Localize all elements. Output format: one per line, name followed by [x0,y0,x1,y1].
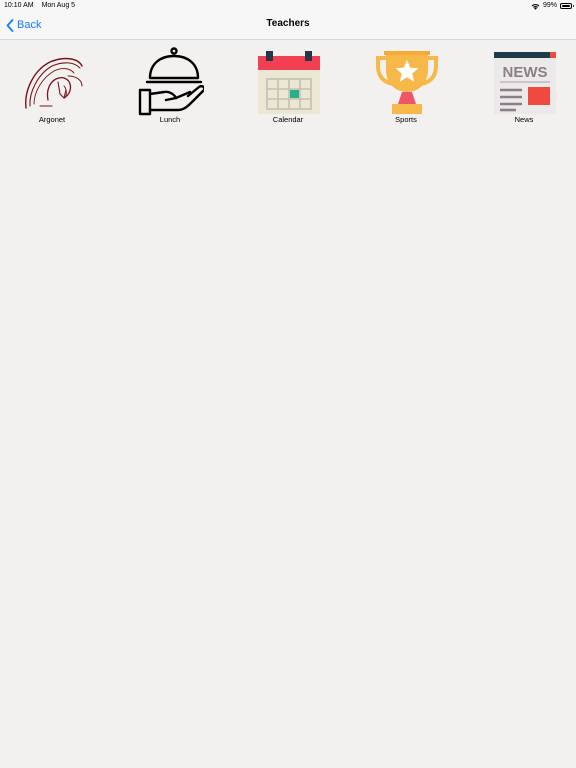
tile-calendar[interactable]: Calendar [252,46,324,126]
status-bar: 10:10 AM Mon Aug 5 99% [0,0,576,12]
calendar-icon [258,51,320,114]
screen: 10:10 AM Mon Aug 5 99% Back Teachers Arg… [0,0,576,768]
tile-label: Lunch [159,115,181,124]
navigation-bar: Back Teachers [0,12,576,40]
tile-label: Argonet [38,115,66,124]
news-heading-text: NEWS [503,64,548,81]
tile-label: News [514,115,534,124]
tile-sports[interactable]: Sports [370,46,442,126]
battery-icon [560,3,574,9]
tile-grid: Argonet Lunch Calendar Sports NEWS News [0,40,576,130]
tile-label: Sports [395,115,417,124]
status-right: 99% [531,0,574,12]
tile-label: Calendar [272,115,304,124]
trophy-icon [376,51,438,114]
tile-news[interactable]: NEWS News [488,46,560,126]
page-title: Teachers [266,18,310,29]
tile-lunch[interactable]: Lunch [134,46,206,126]
wifi-icon [531,3,540,10]
status-date: Mon Aug 5 [41,2,76,9]
status-left: 10:10 AM Mon Aug 5 [4,0,75,12]
serving-cloche-icon [138,47,204,116]
spartan-helmet-icon [25,57,83,109]
status-time: 10:10 AM [4,2,34,9]
tile-argonet[interactable]: Argonet [16,46,88,126]
battery-percent: 99% [542,2,557,9]
battery-fill [562,5,570,7]
newspaper-icon: NEWS [494,52,556,114]
